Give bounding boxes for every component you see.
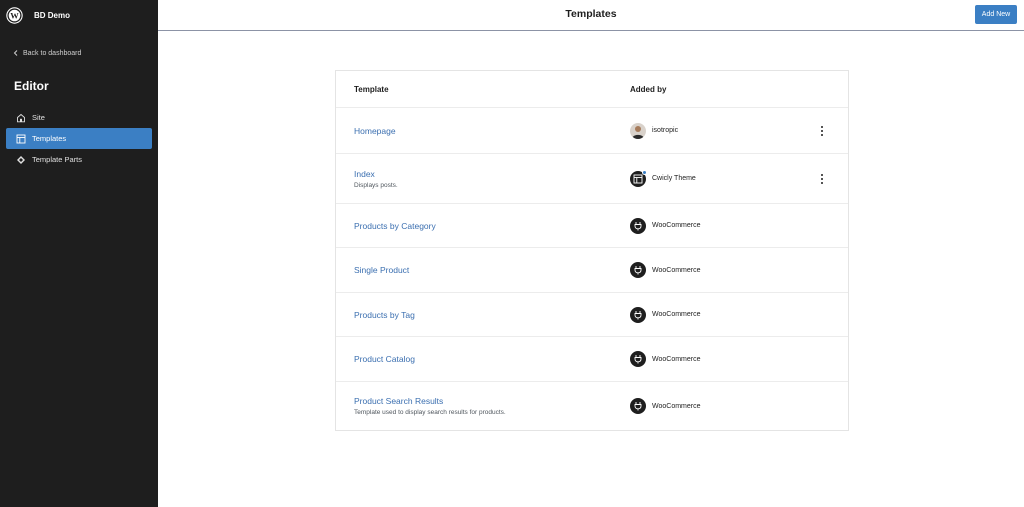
added-by-name: WooCommerce <box>652 311 701 318</box>
added-by-cell: Cwicly Theme <box>613 169 696 187</box>
template-name-link[interactable]: Products by Category <box>354 221 613 231</box>
template-description: Template used to display search results … <box>354 409 506 416</box>
column-header-template: Template <box>354 84 389 94</box>
site-editor: W BD Demo Back to dashboard Editor Site <box>0 0 1024 507</box>
svg-text:W: W <box>10 10 19 20</box>
table-header: Template Added by <box>336 71 848 108</box>
sidebar: W BD Demo Back to dashboard Editor Site <box>0 0 158 507</box>
table-row: Single Product WooCommerce <box>336 248 848 293</box>
theme-icon <box>630 169 647 187</box>
added-by-cell: WooCommerce <box>613 398 701 414</box>
plugin-icon <box>630 217 646 234</box>
sidebar-header: W BD Demo <box>0 0 158 30</box>
column-header-added-by: Added by <box>630 84 667 94</box>
template-cell: Product Search Results Template used to … <box>336 396 613 416</box>
more-actions-icon[interactable] <box>816 124 828 138</box>
added-by-cell: isotropic <box>613 122 679 139</box>
sidebar-item-site[interactable]: Site <box>6 107 152 128</box>
back-link-label: Back to dashboard <box>23 49 82 57</box>
template-name-link[interactable]: Product Catalog <box>354 354 613 364</box>
sidebar-item-label: Templates <box>32 134 67 143</box>
plugin-icon <box>630 306 646 323</box>
page-title: Templates <box>565 8 617 20</box>
table-row: Products by Tag WooCommerce <box>336 293 848 337</box>
added-by-name: WooCommerce <box>652 355 701 363</box>
template-cell: Homepage <box>336 126 613 136</box>
more-actions-icon[interactable] <box>816 172 828 186</box>
layout-icon <box>16 134 26 144</box>
home-icon <box>16 113 26 123</box>
sidebar-item-template-parts[interactable]: Template Parts <box>6 149 152 170</box>
added-by-name: Cwicly Theme <box>652 175 696 182</box>
user-avatar <box>630 122 646 139</box>
added-by-name: WooCommerce <box>652 266 701 274</box>
table-row: Index Displays posts. Cwicly Theme <box>336 154 848 204</box>
templates-table: Template Added by Homepage isotropic Ind… <box>335 70 849 431</box>
template-cell: Products by Tag <box>336 310 613 320</box>
template-cell: Products by Category <box>336 221 613 231</box>
template-name-link[interactable]: Homepage <box>354 126 613 136</box>
chevron-left-icon <box>12 49 20 57</box>
table-row: Products by Category WooCommerce <box>336 204 848 248</box>
editor-title: Editor <box>14 79 49 93</box>
added-by-name: WooCommerce <box>652 222 701 229</box>
plugin-icon <box>630 351 646 367</box>
added-by-cell: WooCommerce <box>613 262 701 278</box>
added-by-cell: WooCommerce <box>613 351 701 367</box>
back-to-dashboard-link[interactable]: Back to dashboard <box>0 47 158 59</box>
template-name-link[interactable]: Products by Tag <box>354 310 613 320</box>
added-by-name: WooCommerce <box>652 402 701 410</box>
template-name-link[interactable]: Single Product <box>354 265 613 275</box>
wordpress-logo-icon[interactable]: W <box>6 6 23 24</box>
sidebar-item-label: Template Parts <box>32 155 83 164</box>
template-cell: Single Product <box>336 265 613 275</box>
template-description: Displays posts. <box>354 181 398 189</box>
added-by-name: isotropic <box>652 127 679 134</box>
table-row: Product Search Results Template used to … <box>336 382 848 430</box>
plugin-icon <box>630 262 646 278</box>
added-by-cell: WooCommerce <box>613 306 701 323</box>
sidebar-nav: Site Templates Template Parts <box>0 107 158 170</box>
plugin-icon <box>630 398 646 414</box>
template-cell: Index Displays posts. <box>336 169 613 189</box>
template-cell: Product Catalog <box>336 354 613 364</box>
site-name: BD Demo <box>34 10 71 20</box>
table-row: Homepage isotropic <box>336 108 848 154</box>
add-new-button[interactable]: Add New <box>975 5 1017 24</box>
sidebar-item-label: Site <box>32 113 45 122</box>
template-name-link[interactable]: Product Search Results <box>354 396 613 406</box>
added-by-cell: WooCommerce <box>613 217 701 234</box>
table-row: Product Catalog WooCommerce <box>336 337 848 382</box>
status-dot <box>642 169 647 175</box>
template-name-link[interactable]: Index <box>354 169 613 179</box>
top-bar: Templates Add New <box>158 0 1024 31</box>
sidebar-item-templates[interactable]: Templates <box>6 128 152 149</box>
symbol-icon <box>16 155 26 165</box>
